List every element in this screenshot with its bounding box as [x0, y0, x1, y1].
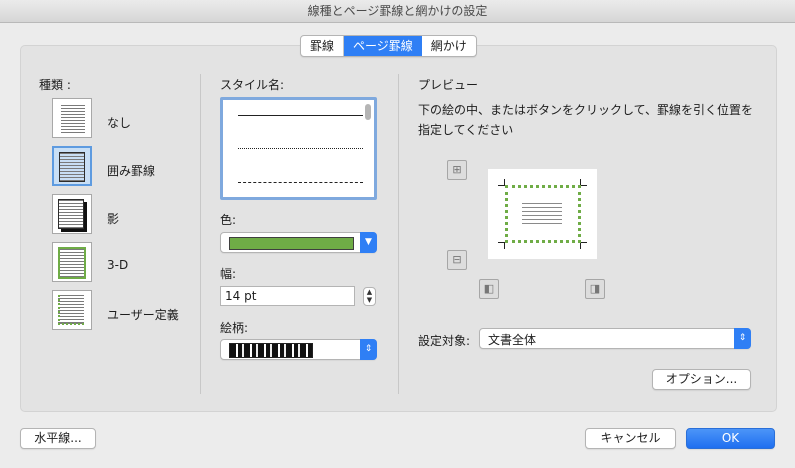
corner-mark [580, 242, 587, 249]
color-select[interactable]: ▼ [220, 232, 377, 253]
width-field[interactable]: 14 pt [220, 286, 355, 306]
shadow-border-icon[interactable] [52, 194, 92, 234]
kind-label-3d[interactable]: 3-D [107, 258, 128, 272]
chevron-updown-icon: ⇕ [360, 339, 377, 360]
right-border-icon: ◨ [589, 282, 601, 295]
preview-page[interactable] [488, 169, 597, 259]
chevron-updown-icon: ⇕ [734, 328, 751, 349]
custom-border-icon[interactable] [52, 290, 92, 330]
none-border-icon[interactable] [52, 98, 92, 138]
corner-mark [498, 179, 505, 186]
tab-bar: 罫線 ページ罫線 網かけ [300, 35, 477, 57]
preview-description: 下の絵の中、またはボタンをクリックして、罫線を引く位置を指定してください [418, 103, 754, 137]
kind-label-shadow[interactable]: 影 [107, 210, 119, 227]
style-heading: スタイル名: [220, 78, 285, 92]
3d-border-icon[interactable] [52, 242, 92, 282]
width-label: 幅: [220, 267, 237, 281]
dotted-line-option[interactable] [238, 148, 363, 149]
kind-label-none[interactable]: なし [107, 114, 131, 131]
horizontal-line-button[interactable]: 水平線... [20, 428, 96, 449]
left-border-button[interactable]: ◧ [479, 279, 499, 299]
preview-text-lines [522, 203, 562, 225]
kind-label-custom[interactable]: ユーザー定義 [107, 306, 179, 323]
preview-heading: プレビュー [418, 78, 479, 92]
line-style-list[interactable] [220, 97, 377, 200]
top-border-button[interactable]: ⊞ [447, 160, 467, 180]
bottom-border-icon: ⊟ [452, 253, 462, 266]
ok-button[interactable]: OK [686, 428, 775, 449]
corner-mark [580, 179, 587, 186]
pattern-label: 絵柄: [220, 321, 249, 335]
pattern-select[interactable]: ⇕ [220, 339, 377, 360]
cancel-button[interactable]: キャンセル [585, 428, 676, 449]
color-label: 色: [220, 213, 237, 227]
dashed-line-option[interactable] [238, 182, 363, 183]
solid-line-option[interactable] [238, 115, 363, 116]
apply-to-label: 設定対象: [418, 334, 471, 348]
corner-mark [498, 242, 505, 249]
right-border-button[interactable]: ◨ [585, 279, 605, 299]
options-button[interactable]: オプション... [652, 369, 751, 390]
width-stepper[interactable]: ▲ ▼ [363, 287, 376, 306]
apply-to-value: 文書全体 [488, 333, 537, 347]
divider [200, 74, 201, 394]
top-border-icon: ⊞ [452, 163, 462, 176]
kind-heading: 種類 : [39, 78, 71, 92]
tab-page-borders[interactable]: ページ罫線 [344, 36, 422, 56]
box-border-icon[interactable] [52, 146, 92, 186]
window-title: 線種とページ罫線と網かけの設定 [0, 0, 795, 23]
left-border-icon: ◧ [483, 282, 495, 295]
divider [398, 74, 399, 394]
kind-label-box[interactable]: 囲み罫線 [107, 162, 155, 179]
art-pattern-icon [229, 343, 313, 358]
chevron-down-icon: ▼ [360, 232, 377, 253]
tab-shading[interactable]: 網かけ [422, 36, 476, 56]
apply-to-select[interactable]: 文書全体 ⇕ [479, 328, 751, 349]
bottom-border-button[interactable]: ⊟ [447, 250, 467, 270]
tab-borders[interactable]: 罫線 [301, 36, 345, 56]
scrollbar[interactable] [365, 104, 371, 120]
color-swatch [229, 237, 354, 250]
